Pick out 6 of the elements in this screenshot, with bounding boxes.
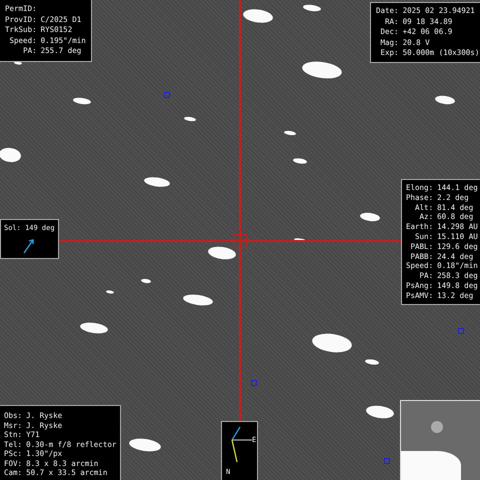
marker-icon	[251, 380, 257, 386]
marker-icon	[384, 458, 390, 464]
arrow-icon	[23, 238, 36, 254]
marker-icon	[458, 328, 464, 334]
marker-icon	[164, 92, 170, 98]
target-marker	[233, 234, 247, 248]
